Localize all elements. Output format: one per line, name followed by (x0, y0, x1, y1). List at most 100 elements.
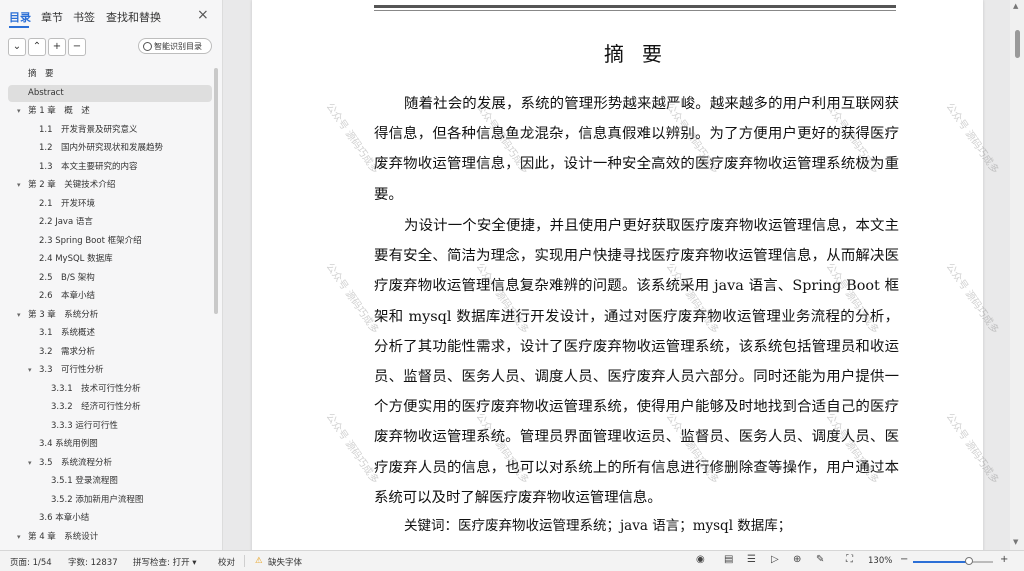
toc-item-label: 1.3 本文主要研究的内容 (39, 161, 138, 172)
smart-toc-button[interactable]: 智能识别目录 (138, 38, 212, 54)
toc-item-label: 3.3.2 经济可行性分析 (51, 402, 141, 412)
toc-item[interactable]: 2.2 Java 语言 (0, 214, 212, 231)
abstract-paragraph-2: 为设计一个安全便捷，并且使用户更好获取医疗废弃物收运管理信息，本文主要有安全、简… (374, 218, 899, 506)
toc-item[interactable]: 3.5.1 登录流程图 (0, 473, 212, 490)
close-icon[interactable]: × (197, 7, 209, 23)
toc-item-label: 1.1 开发背景及研究意义 (39, 124, 138, 135)
toc-item[interactable]: ▾ 3.5 系统流程分析 (0, 455, 212, 472)
page-title: 摘要 (604, 42, 680, 66)
warning-icon: ⚠ (255, 556, 263, 566)
smart-icon (143, 42, 152, 51)
expand-arrow-icon[interactable]: ▾ (28, 455, 32, 472)
scroll-thumb[interactable] (1015, 30, 1020, 58)
toc-item[interactable]: 2.5 B/S 架构 (0, 270, 212, 287)
toc-item-label: 2.5 B/S 架构 (39, 272, 95, 283)
toc-item-label: 3.5.1 登录流程图 (51, 476, 118, 486)
collapse-icon[interactable]: ⌄ (8, 38, 26, 56)
tab-find-replace[interactable]: 查找和替换 (106, 9, 161, 25)
toc-item-label: 2.1 开发环境 (39, 198, 96, 209)
watermark-text: 公众号 源码巧成多 (223, 99, 224, 176)
toc-item[interactable]: 2.4 MySQL 数据库 (0, 251, 212, 268)
zoom-level[interactable]: 130% (868, 556, 892, 566)
toc-item-label: 3.3.1 技术可行性分析 (51, 383, 141, 394)
toc-item[interactable]: 3.6 本章小结 (0, 510, 212, 527)
toc-item[interactable]: ▾ 第 3 章 系统分析 (0, 307, 212, 324)
toc-item[interactable]: 摘 要 (0, 66, 212, 83)
web-view-icon[interactable]: ⊕ (793, 554, 801, 565)
status-divider (244, 555, 245, 567)
toc-item-label: 1.2 国内外研究现状和发展趋势 (39, 143, 164, 153)
navigation-pane: 目录 章节 书签 查找和替换 × ⌄ ⌃ + − 智能识别目录 摘 要 Abstr… (0, 0, 223, 550)
toc-item[interactable]: 3.3.3 运行可行性 (0, 418, 212, 435)
keywords-line: 关键词：医疗废弃物收运管理系统；java 语言；mysql 数据库； (404, 518, 792, 534)
expand-arrow-icon[interactable]: ▾ (17, 103, 21, 120)
zoom-in-icon[interactable]: + (1000, 554, 1008, 565)
zoom-slider[interactable] (913, 557, 993, 565)
toc-item[interactable]: 2.1 开发环境 (0, 196, 212, 213)
tab-bookmarks[interactable]: 书签 (73, 9, 95, 25)
header-rule-thin (374, 10, 896, 11)
toc-scrollbar[interactable] (214, 68, 218, 314)
proofread-button[interactable]: 校对 (218, 556, 235, 568)
add-heading-icon[interactable]: + (48, 38, 66, 56)
expand-arrow-icon[interactable]: ▾ (17, 177, 21, 194)
expand-icon[interactable]: ⌃ (28, 38, 46, 56)
status-bar: 页面: 1/54 字数: 12837 拼写检查: 打开 ▾ 校对 ⚠ 缺失字体 … (0, 550, 1024, 571)
page-view-icon[interactable]: ▤ (724, 554, 733, 565)
toc-item[interactable]: ▾ 第 2 章 关键技术介绍 (0, 177, 212, 194)
fit-page-icon[interactable]: ⛶ (846, 554, 853, 565)
play-icon[interactable]: ▷ (771, 554, 779, 565)
toc-item[interactable]: 3.1 系统概述 (0, 325, 212, 342)
toc-item-label: 2.3 Spring Boot 框架介绍 (39, 235, 142, 246)
toc-item[interactable]: 3.3.1 技术可行性分析 (0, 381, 212, 398)
zoom-handle[interactable] (965, 557, 973, 565)
toc-item-label: 2.2 Java 语言 (39, 217, 93, 227)
toc-item[interactable]: 3.4 系统用例图 (0, 436, 212, 453)
expand-arrow-icon[interactable]: ▾ (17, 529, 21, 546)
toc-item-label: 3.6 本章小结 (39, 513, 90, 523)
toc-item-label: 3.4 系统用例图 (39, 439, 98, 449)
toc-item[interactable]: 1.1 开发背景及研究意义 (0, 122, 212, 139)
outline-view-icon[interactable]: ☰ (747, 554, 756, 565)
tab-toc[interactable]: 目录 (9, 9, 31, 25)
edit-icon[interactable]: ✎ (816, 554, 824, 565)
toc-item[interactable]: 3.5.2 添加新用户流程图 (0, 492, 212, 509)
word-count[interactable]: 字数: 12837 (68, 556, 118, 568)
remove-heading-icon[interactable]: − (68, 38, 86, 56)
watermark-text: 公众号 源码巧成多 (943, 411, 1001, 486)
zoom-fill (913, 561, 969, 563)
toc-item[interactable]: Abstract (8, 84, 212, 102)
scroll-down-icon[interactable]: ▼ (1013, 538, 1018, 546)
toc-item-label: 3.3.3 运行可行性 (51, 420, 118, 431)
toc-item-label: 摘 要 (28, 69, 54, 79)
toc-item[interactable]: 2.3 Spring Boot 框架介绍 (0, 233, 212, 250)
missing-font-button[interactable]: 缺失字体 (268, 556, 302, 568)
header-rule (374, 5, 896, 8)
toc-item[interactable]: 3.2 需求分析 (0, 344, 212, 361)
toc-item[interactable]: 3.3.2 经济可行性分析 (0, 399, 212, 416)
toc-item[interactable]: 1.2 国内外研究现状和发展趋势 (0, 140, 212, 157)
spellcheck-toggle[interactable]: 拼写检查: 打开 ▾ (133, 556, 197, 568)
toc-item-label: 3.3 可行性分析 (39, 365, 104, 375)
document-page[interactable]: 摘要 随着社会的发展，系统的管理形势越来越严峻。越来越多的用户利用互联网获得信息… (252, 0, 1000, 550)
toc-item[interactable]: 1.3 本文主要研究的内容 (0, 159, 212, 176)
toc-item-label: 3.5.2 添加新用户流程图 (51, 494, 144, 505)
vertical-scrollbar[interactable]: ▲ ▼ (1010, 0, 1024, 550)
scroll-up-icon[interactable]: ▲ (1013, 2, 1018, 10)
expand-arrow-icon[interactable]: ▾ (28, 362, 32, 379)
active-tab-indicator (9, 26, 29, 28)
watermark-text: 公众号 源码巧成多 (223, 409, 224, 486)
toc-item-label: 3.1 系统概述 (39, 328, 96, 338)
toc-item-label: Abstract (28, 87, 64, 98)
toc-item-label: 2.4 MySQL 数据库 (39, 254, 113, 264)
toc-item[interactable]: ▾ 3.3 可行性分析 (0, 362, 212, 379)
tab-chapters[interactable]: 章节 (41, 9, 63, 25)
zoom-out-icon[interactable]: − (900, 554, 908, 565)
toc-item-label: 第 2 章 关键技术介绍 (28, 180, 116, 190)
page-count[interactable]: 页面: 1/54 (10, 556, 52, 568)
toc-item[interactable]: 2.6 本章小结 (0, 288, 212, 305)
expand-arrow-icon[interactable]: ▾ (17, 307, 21, 324)
eye-icon[interactable]: ◉ (696, 554, 705, 565)
toc-item[interactable]: ▾ 第 4 章 系统设计 (0, 529, 212, 546)
toc-item[interactable]: ▾ 第 1 章 概 述 (0, 103, 212, 120)
